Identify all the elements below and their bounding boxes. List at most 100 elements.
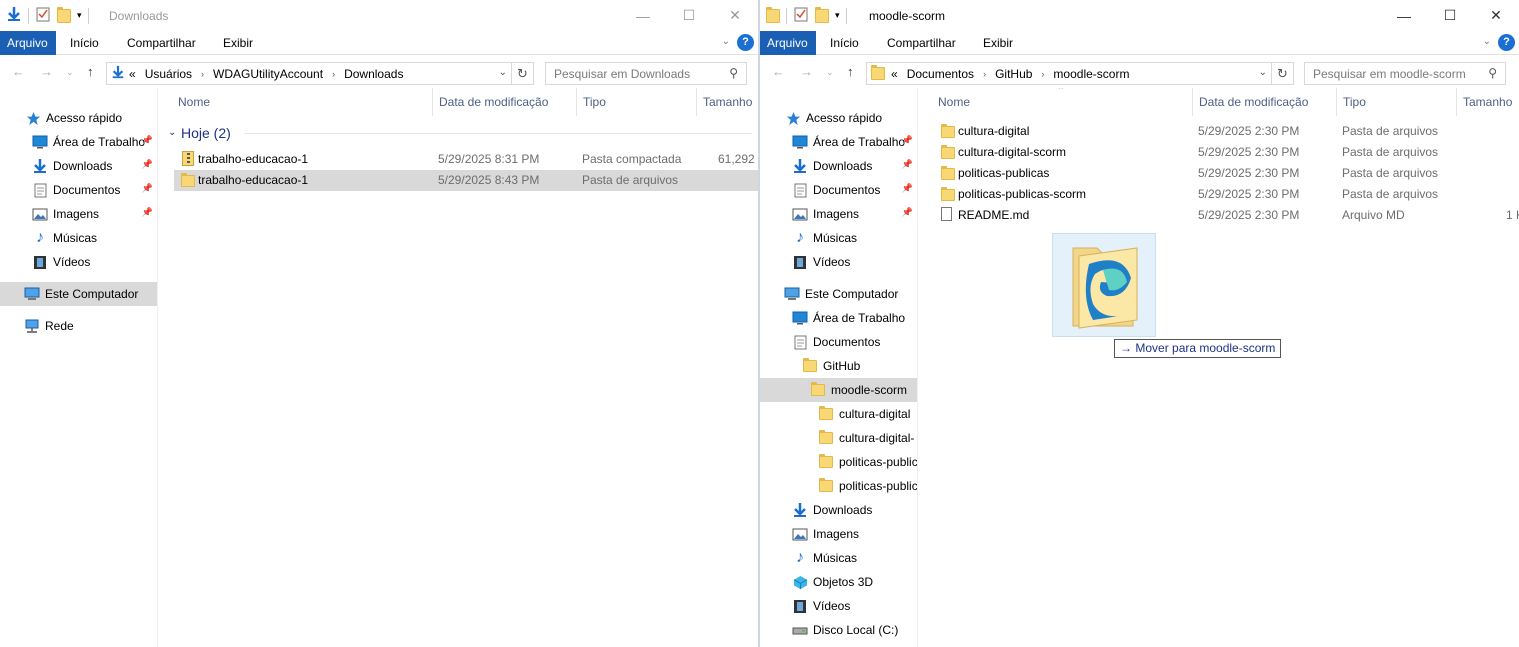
tab-inicio[interactable]: Início: [830, 31, 859, 55]
nav-musicas[interactable]: ♪ Músicas: [760, 226, 917, 250]
tab-inicio[interactable]: Início: [70, 31, 99, 55]
recent-locations-icon[interactable]: ⌄: [66, 67, 74, 78]
expand-ribbon-icon[interactable]: ⌄: [722, 36, 730, 47]
breadcrumb-downloads[interactable]: Downloads: [344, 67, 403, 81]
up-button[interactable]: ↑: [847, 64, 854, 79]
new-folder-icon[interactable]: [815, 6, 829, 23]
address-overflow[interactable]: «: [891, 67, 898, 81]
nav-videos[interactable]: Vídeos: [760, 250, 917, 274]
file-row[interactable]: politicas-publicas-scorm 5/29/2025 2:30 …: [934, 184, 1519, 205]
file-row-selected[interactable]: trabalho-educacao-1 5/29/2025 8:43 PM Pa…: [174, 170, 758, 191]
nav-area-de-trabalho[interactable]: Área de Trabalho 📌: [0, 130, 157, 154]
column-header-data[interactable]: Data de modificação: [432, 88, 576, 116]
maximize-button[interactable]: ☐: [1427, 0, 1473, 31]
tab-exibir[interactable]: Exibir: [223, 31, 253, 55]
file-row[interactable]: trabalho-educacao-1 5/29/2025 8:31 PM Pa…: [174, 149, 758, 170]
chevron-right-icon[interactable]: ›: [1041, 69, 1044, 79]
nav-downloads[interactable]: Downloads 📌: [0, 154, 157, 178]
nav-pc-musicas[interactable]: ♪ Músicas: [760, 546, 917, 570]
back-button[interactable]: ←: [772, 64, 785, 79]
file-row[interactable]: cultura-digital 5/29/2025 2:30 PM Pasta …: [934, 121, 1519, 142]
nav-rede[interactable]: Rede: [0, 314, 157, 338]
recent-locations-icon[interactable]: ⌄: [826, 67, 834, 78]
address-overflow[interactable]: «: [129, 67, 136, 81]
chevron-down-icon[interactable]: ⌄: [168, 127, 176, 138]
new-folder-icon[interactable]: [57, 6, 71, 23]
search-input[interactable]: Pesquisar em Downloads ⚲: [545, 62, 747, 85]
minimize-button[interactable]: —: [620, 0, 666, 31]
maximize-button[interactable]: ☐: [666, 0, 712, 31]
search-input[interactable]: Pesquisar em moodle-scorm ⚲: [1304, 62, 1506, 85]
tab-compartilhar[interactable]: Compartilhar: [127, 31, 196, 55]
breadcrumb-wdag[interactable]: WDAGUtilityAccount: [213, 67, 323, 81]
column-header-nome[interactable]: Nome: [932, 88, 1192, 116]
qat-dropdown-icon[interactable]: ▾: [77, 10, 82, 21]
nav-area-de-trabalho[interactable]: Área de Trabalho 📌: [760, 130, 917, 154]
nav-pc-documentos[interactable]: Documentos: [760, 330, 917, 354]
forward-button[interactable]: →: [40, 64, 53, 79]
forward-button[interactable]: →: [800, 64, 813, 79]
folder-icon[interactable]: [766, 6, 780, 23]
file-row[interactable]: README.md 5/29/2025 2:30 PM Arquivo MD 1…: [934, 205, 1519, 226]
nav-pc-imagens[interactable]: Imagens: [760, 522, 917, 546]
nav-pc-videos[interactable]: Vídeos: [760, 594, 917, 618]
pin-icon[interactable]: 📌: [142, 135, 153, 146]
nav-disco-local[interactable]: Disco Local (C:): [760, 618, 917, 642]
column-header-nome[interactable]: Nome: [172, 88, 432, 116]
breadcrumb-documentos[interactable]: Documentos: [907, 67, 974, 81]
refresh-icon[interactable]: ↻: [1271, 63, 1293, 84]
nav-cultura-digital-scorm[interactable]: cultura-digital-: [760, 426, 917, 450]
breadcrumb-usuarios[interactable]: Usuários: [145, 67, 192, 81]
file-row[interactable]: politicas-publicas 5/29/2025 2:30 PM Pas…: [934, 163, 1519, 184]
nav-este-computador[interactable]: Este Computador: [760, 282, 917, 306]
pin-icon[interactable]: 📌: [902, 159, 913, 170]
back-button[interactable]: ←: [12, 64, 25, 79]
column-header-tipo[interactable]: Tipo: [1336, 88, 1456, 116]
column-header-tamanho[interactable]: Tamanho: [1456, 88, 1519, 116]
nav-documentos[interactable]: Documentos 📌: [760, 178, 917, 202]
title-bar[interactable]: ▾ Downloads — ☐ ✕: [0, 0, 758, 31]
nav-imagens[interactable]: Imagens 📌: [0, 202, 157, 226]
close-button[interactable]: ✕: [1473, 0, 1519, 31]
nav-github[interactable]: GitHub: [760, 354, 917, 378]
up-button[interactable]: ↑: [87, 64, 94, 79]
column-header-tipo[interactable]: Tipo: [576, 88, 696, 116]
chevron-down-icon[interactable]: ⌄: [499, 67, 507, 78]
nav-cultura-digital[interactable]: cultura-digital: [760, 402, 917, 426]
pin-icon[interactable]: 📌: [902, 183, 913, 194]
nav-pc-downloads[interactable]: Downloads: [760, 498, 917, 522]
nav-acesso-rapido[interactable]: Acesso rápido: [760, 106, 917, 130]
chevron-right-icon[interactable]: ›: [332, 69, 335, 79]
help-icon[interactable]: ?: [1498, 34, 1515, 51]
chevron-right-icon[interactable]: ›: [201, 69, 204, 79]
properties-icon[interactable]: [35, 6, 51, 25]
address-bar[interactable]: « Usuários › WDAGUtilityAccount › Downlo…: [106, 62, 534, 85]
breadcrumb-github[interactable]: GitHub: [995, 67, 1032, 81]
refresh-icon[interactable]: ↻: [511, 63, 533, 84]
close-button[interactable]: ✕: [712, 0, 758, 31]
nav-acesso-rapido[interactable]: Acesso rápido: [0, 106, 157, 130]
nav-politicas-publicas[interactable]: politicas-public: [760, 450, 917, 474]
chevron-down-icon[interactable]: ⌄: [1259, 67, 1267, 78]
pin-icon[interactable]: 📌: [142, 207, 153, 218]
nav-moodle-scorm[interactable]: moodle-scorm: [760, 378, 917, 402]
column-header-tamanho[interactable]: Tamanho: [696, 88, 758, 116]
nav-politicas-publicas-scorm[interactable]: politicas-public: [760, 474, 917, 498]
tab-arquivo[interactable]: Arquivo: [0, 31, 56, 55]
help-icon[interactable]: ?: [737, 34, 754, 51]
nav-videos[interactable]: Vídeos: [0, 250, 157, 274]
chevron-right-icon[interactable]: ›: [983, 69, 986, 79]
nav-musicas[interactable]: ♪ Músicas: [0, 226, 157, 250]
nav-este-computador[interactable]: Este Computador: [0, 282, 157, 306]
pin-icon[interactable]: 📌: [902, 207, 913, 218]
download-arrow-icon[interactable]: [6, 6, 22, 25]
expand-ribbon-icon[interactable]: ⌄: [1483, 36, 1491, 47]
pin-icon[interactable]: 📌: [902, 135, 913, 146]
group-header-hoje[interactable]: Hoje (2): [181, 125, 231, 141]
minimize-button[interactable]: —: [1381, 0, 1427, 31]
tab-compartilhar[interactable]: Compartilhar: [887, 31, 956, 55]
nav-downloads[interactable]: Downloads 📌: [760, 154, 917, 178]
properties-icon[interactable]: [793, 6, 809, 25]
column-header-data[interactable]: Data de modificação: [1192, 88, 1336, 116]
address-bar[interactable]: « Documentos › GitHub › moodle-scorm ⌄ ↻: [866, 62, 1294, 85]
